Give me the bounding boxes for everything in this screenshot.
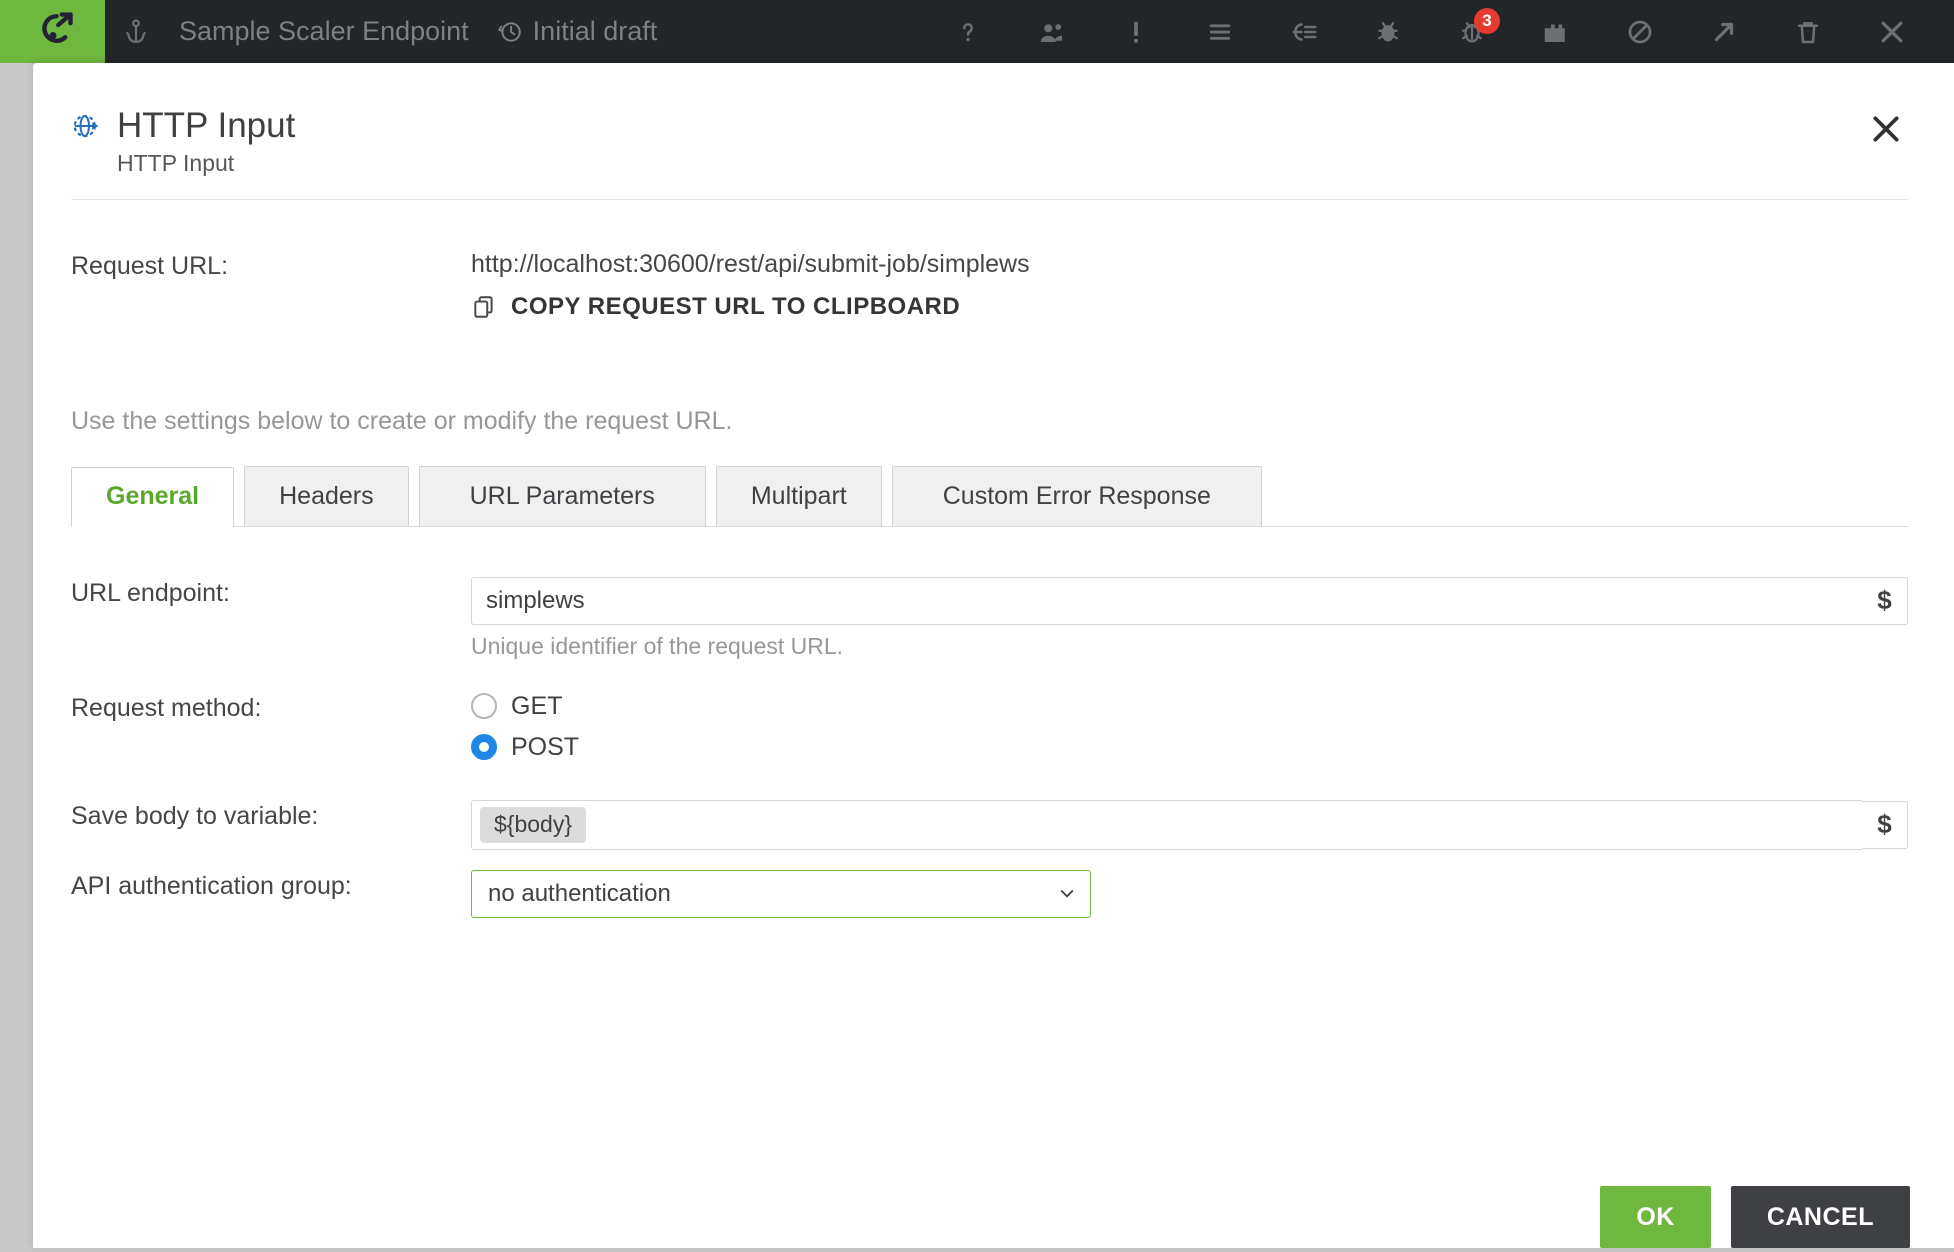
bug-icon[interactable] (1346, 0, 1430, 63)
chevron-down-icon (1060, 889, 1074, 899)
request-url-label: Request URL: (71, 250, 471, 321)
close-app-icon[interactable] (1850, 0, 1934, 63)
draft-indicator[interactable]: Initial draft (497, 16, 658, 47)
request-method-get-radio[interactable]: GET (471, 692, 1908, 721)
variables-icon[interactable] (1262, 0, 1346, 63)
dialog-helper-text: Use the settings below to create or modi… (71, 407, 1908, 436)
clipboard-icon (471, 294, 497, 320)
request-url-value: http://localhost:30600/rest/api/submit-j… (471, 250, 1908, 279)
bug-notify-icon[interactable]: 3 (1430, 0, 1514, 63)
variable-picker-button[interactable]: $ (1862, 577, 1908, 625)
app-logo-icon (32, 11, 74, 53)
ok-button[interactable]: OK (1600, 1186, 1711, 1248)
app-logo[interactable] (0, 0, 105, 63)
radio-label-post: POST (511, 733, 579, 762)
tab-multipart[interactable]: Multipart (716, 466, 882, 526)
cancel-button[interactable]: CANCEL (1731, 1186, 1910, 1248)
tab-headers[interactable]: Headers (244, 466, 409, 526)
dialog-title: HTTP Input (117, 107, 295, 146)
dialog-tabstrip: General Headers URL Parameters Multipart… (71, 466, 1908, 527)
copy-request-url-label: COPY REQUEST URL TO CLIPBOARD (511, 293, 960, 321)
copy-request-url-button[interactable]: COPY REQUEST URL TO CLIPBOARD (471, 293, 1908, 321)
save-body-label: Save body to variable: (71, 800, 471, 850)
auth-group-select[interactable]: no authentication (471, 870, 1091, 918)
tab-url-parameters[interactable]: URL Parameters (419, 466, 706, 526)
http-input-dialog: HTTP Input HTTP Input Request URL: http:… (33, 63, 1954, 1248)
tab-custom-error-response[interactable]: Custom Error Response (892, 466, 1262, 526)
app-topbar: Sample Scaler Endpoint Initial draft 3 (0, 0, 1954, 63)
url-endpoint-label: URL endpoint: (71, 577, 471, 660)
save-body-pill: ${body} (480, 807, 586, 843)
draft-label: Initial draft (533, 16, 658, 47)
users-icon[interactable] (1010, 0, 1094, 63)
url-endpoint-hint: Unique identifier of the request URL. (471, 633, 1908, 660)
request-method-post-radio[interactable]: POST (471, 733, 1908, 762)
castle-icon[interactable] (1514, 0, 1598, 63)
menu-lines-icon[interactable] (1178, 0, 1262, 63)
workflow-title: Sample Scaler Endpoint (167, 16, 497, 47)
clock-back-icon (497, 19, 523, 45)
request-method-label: Request method: (71, 692, 471, 774)
anchor-icon[interactable] (105, 0, 167, 63)
help-icon[interactable] (926, 0, 1010, 63)
auth-group-label: API authentication group: (71, 870, 471, 918)
close-icon (1870, 113, 1902, 145)
trash-icon[interactable] (1766, 0, 1850, 63)
variable-picker-button-2[interactable]: $ (1862, 801, 1908, 849)
url-endpoint-input[interactable] (471, 577, 1862, 625)
auth-group-selected: no authentication (488, 880, 671, 908)
notification-badge: 3 (1474, 8, 1500, 34)
block-icon[interactable] (1598, 0, 1682, 63)
warning-icon[interactable] (1094, 0, 1178, 63)
export-arrow-icon[interactable] (1682, 0, 1766, 63)
radio-label-get: GET (511, 692, 562, 721)
dialog-close-button[interactable] (1864, 107, 1908, 151)
dialog-subtitle: HTTP Input (117, 150, 295, 177)
globe-icon (71, 111, 101, 141)
tab-general[interactable]: General (71, 467, 234, 527)
save-body-input[interactable]: ${body} (471, 800, 1862, 850)
